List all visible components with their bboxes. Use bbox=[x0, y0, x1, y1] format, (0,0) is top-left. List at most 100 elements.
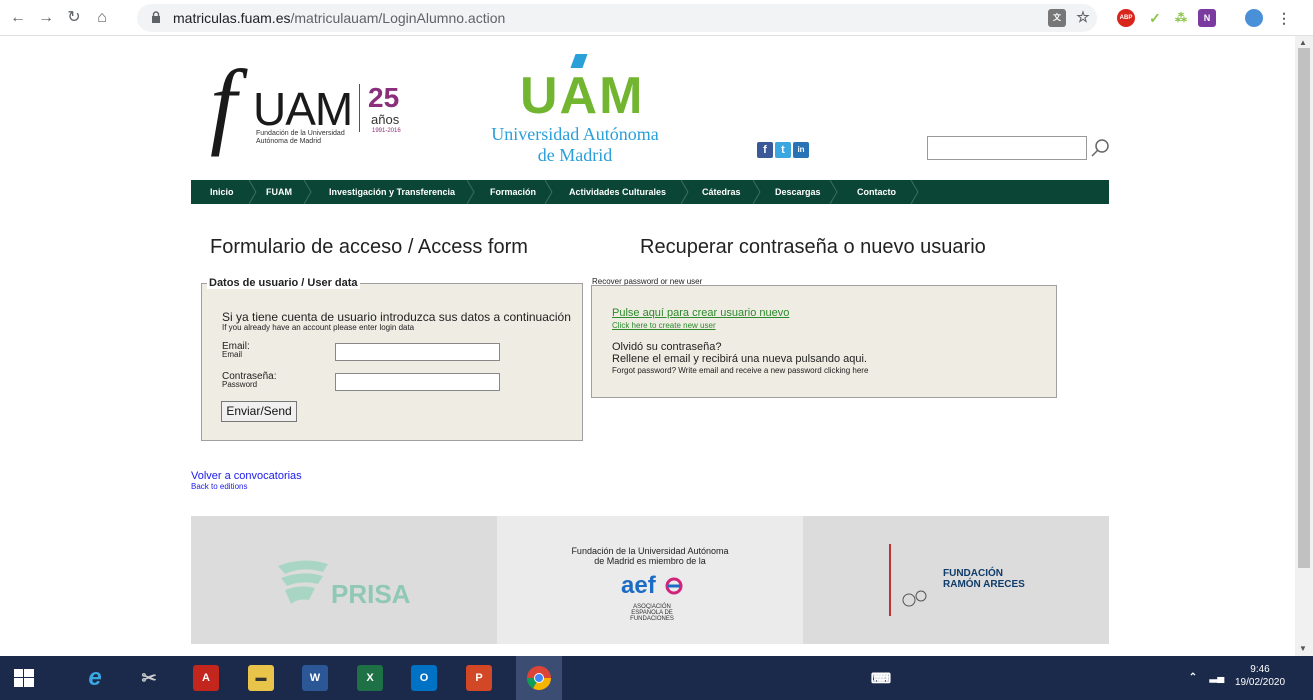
nav-item-formacion[interactable]: Formación bbox=[490, 180, 536, 204]
reload-icon[interactable]: ↻ bbox=[64, 8, 84, 28]
scrollbar-thumb[interactable] bbox=[1298, 48, 1310, 568]
star-icon[interactable]: ☆ bbox=[1074, 9, 1092, 27]
acrobat-icon[interactable]: A bbox=[193, 665, 219, 691]
chrome-icon[interactable] bbox=[526, 665, 552, 691]
twitter-icon[interactable]: t bbox=[775, 142, 791, 158]
nav-separator bbox=[544, 180, 553, 204]
arrow-left-icon[interactable]: ← bbox=[8, 8, 28, 28]
login-legend: Datos de usuario / User data bbox=[207, 277, 360, 289]
aef-member-text: Fundación de la Universidad Autónoma de … bbox=[497, 546, 803, 566]
login-heading: Formulario de acceso / Access form bbox=[210, 236, 528, 258]
aef-member-line2: de Madrid es miembro de la bbox=[594, 556, 706, 566]
notification-chevron-icon[interactable]: ⌃ bbox=[1180, 665, 1206, 691]
back-to-editions-link-en[interactable]: Back to editions bbox=[191, 482, 247, 491]
main-nav: Inicio FUAM Investigación y Transferenci… bbox=[191, 180, 1109, 204]
browser-toolbar: ← → ↻ ⌂ matriculas.fuam.es/matriculauam/… bbox=[0, 0, 1313, 36]
adblock-icon[interactable]: ABP bbox=[1117, 9, 1135, 27]
nav-item-investigacion[interactable]: Investigación y Transferencia bbox=[329, 180, 455, 204]
lock-icon bbox=[152, 11, 160, 23]
translate-icon[interactable]: 文 bbox=[1048, 9, 1066, 27]
prisa-name: PRISA bbox=[331, 579, 411, 609]
gear-icon bbox=[902, 590, 927, 607]
sponsor-areces[interactable]: FUNDACIÓN RAMÓN ARECES bbox=[803, 516, 1109, 644]
uam-name-line1: Universidad Autónoma bbox=[491, 124, 659, 144]
nav-item-catedras[interactable]: Cátedras bbox=[702, 180, 741, 204]
powerpoint-icon[interactable]: P bbox=[466, 665, 492, 691]
anniversary-word: años bbox=[371, 112, 400, 127]
aef-member-line1: Fundación de la Universidad Autónoma bbox=[571, 546, 729, 556]
windows-start-icon[interactable] bbox=[14, 669, 34, 687]
sponsor-aef[interactable]: Fundación de la Universidad Autónoma de … bbox=[497, 516, 803, 644]
forgot-password-text[interactable]: Rellene el email y recibirá una nueva pu… bbox=[612, 353, 867, 365]
fuam-logo-text: UAM bbox=[253, 83, 353, 135]
search-input[interactable] bbox=[927, 136, 1087, 160]
forgot-password-text-en: Forgot password? Write email and receive… bbox=[612, 366, 869, 375]
aef-logo: aef bbox=[621, 572, 656, 599]
home-icon[interactable]: ⌂ bbox=[92, 8, 112, 28]
profile-avatar[interactable] bbox=[1245, 9, 1263, 27]
keyboard-icon[interactable]: ⌨ bbox=[868, 665, 894, 691]
back-to-editions-link[interactable]: Volver a convocatorias bbox=[191, 470, 302, 482]
facebook-icon[interactable]: f bbox=[757, 142, 773, 158]
snipping-tool-icon[interactable]: ✂ bbox=[136, 665, 162, 691]
signal-icon: ▂▄ bbox=[1209, 672, 1225, 683]
url-text: matriculas.fuam.es/matriculauam/LoginAlu… bbox=[173, 10, 505, 26]
anniversary-number: 25 bbox=[368, 82, 400, 113]
scroll-up-icon[interactable]: ▲ bbox=[1299, 38, 1307, 47]
prisa-logo-icon bbox=[278, 560, 328, 604]
sponsors-footer: PRISA Fundación de la Universidad Autóno… bbox=[191, 516, 1109, 644]
nav-separator bbox=[752, 180, 761, 204]
nav-item-actividades[interactable]: Actividades Culturales bbox=[569, 180, 666, 204]
onenote-icon[interactable]: N bbox=[1198, 9, 1216, 27]
url-host: matriculas.fuam.es bbox=[173, 10, 291, 26]
forgot-password-title: Olvidó su contraseña? bbox=[612, 341, 722, 353]
areces-line2: RAMÓN ARECES bbox=[943, 579, 1025, 590]
email-field[interactable] bbox=[335, 343, 500, 361]
nav-separator bbox=[248, 180, 257, 204]
extension-check-icon[interactable]: ✓ bbox=[1146, 9, 1164, 27]
web-page: f UAM Fundación de la Universidad Autóno… bbox=[0, 36, 1295, 656]
nav-item-inicio[interactable]: Inicio bbox=[210, 180, 234, 204]
nav-separator bbox=[829, 180, 838, 204]
areces-name: FUNDACIÓN RAMÓN ARECES bbox=[943, 568, 1025, 590]
send-button[interactable]: Enviar/Send bbox=[221, 401, 297, 422]
internet-explorer-icon[interactable]: e bbox=[82, 665, 108, 691]
arrow-right-icon[interactable]: → bbox=[36, 8, 56, 28]
recover-heading: Recuperar contraseña o nuevo usuario bbox=[640, 236, 986, 258]
uam-name-line2: de Madrid bbox=[537, 145, 613, 165]
linkedin-icon[interactable]: in bbox=[793, 142, 809, 158]
outlook-icon[interactable]: O bbox=[411, 665, 437, 691]
new-user-link[interactable]: Pulse aquí para crear usuario nuevo bbox=[612, 307, 789, 319]
vertical-scrollbar[interactable]: ▲ ▼ bbox=[1295, 36, 1313, 656]
windows-taskbar: e ✂ A ▬ W X O P ⌨ ⌃ ▂▄ 9:46 19/02/2020 bbox=[0, 656, 1313, 700]
file-explorer-icon[interactable]: ▬ bbox=[248, 665, 274, 691]
areces-line1: FUNDACIÓN bbox=[943, 568, 1003, 579]
clock-date: 19/02/2020 bbox=[1235, 677, 1286, 688]
word-icon[interactable]: W bbox=[302, 665, 328, 691]
password-field[interactable] bbox=[335, 373, 500, 391]
clock-time: 9:46 bbox=[1250, 664, 1270, 675]
logo-divider bbox=[359, 84, 360, 132]
aef-logo-mark bbox=[665, 577, 683, 595]
extension-grid-icon[interactable]: ⁂ bbox=[1172, 9, 1190, 27]
login-intro-en: If you already have an account please en… bbox=[222, 323, 415, 332]
url-path: /matriculauam/LoginAlumno.action bbox=[290, 10, 506, 26]
nav-item-contacto[interactable]: Contacto bbox=[857, 180, 896, 204]
nav-separator bbox=[680, 180, 689, 204]
nav-item-fuam[interactable]: FUAM bbox=[266, 180, 292, 204]
password-label-en: Password bbox=[222, 380, 258, 389]
anniversary-years: 1991-2016 bbox=[372, 128, 401, 134]
excel-icon[interactable]: X bbox=[357, 665, 383, 691]
menu-icon[interactable]: ⋮ bbox=[1275, 9, 1293, 27]
fuam-logo-f: f bbox=[210, 50, 237, 157]
nav-item-descargas[interactable]: Descargas bbox=[775, 180, 821, 204]
scroll-down-icon[interactable]: ▼ bbox=[1299, 644, 1307, 653]
search-icon[interactable] bbox=[1090, 138, 1110, 158]
address-bar[interactable]: matriculas.fuam.es/matriculauam/LoginAlu… bbox=[137, 4, 1097, 32]
new-user-link-en[interactable]: Click here to create new user bbox=[612, 321, 716, 330]
nav-separator bbox=[910, 180, 919, 204]
clock[interactable]: 9:46 19/02/2020 bbox=[1235, 663, 1285, 689]
sponsor-prisa[interactable]: PRISA bbox=[191, 516, 497, 644]
nav-separator bbox=[303, 180, 312, 204]
nav-separator bbox=[466, 180, 475, 204]
